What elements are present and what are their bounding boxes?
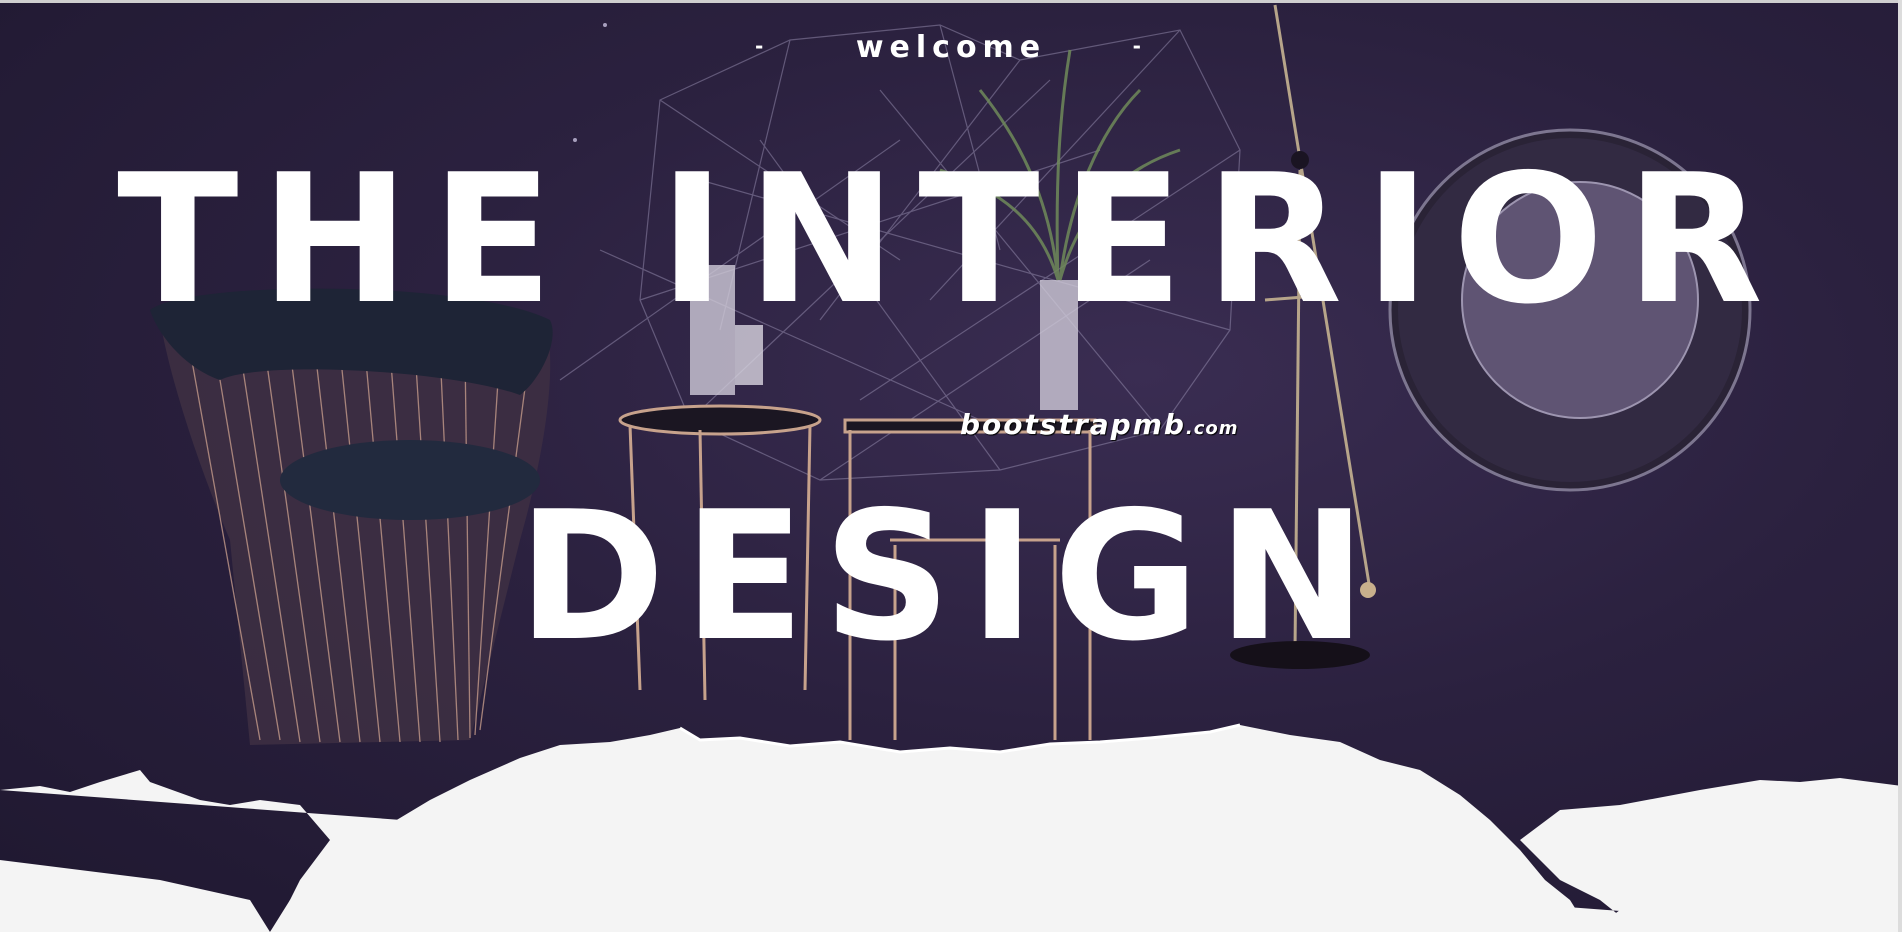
hero-title-line-2: DESIGN	[517, 473, 1385, 680]
scrollbar-track[interactable]	[1898, 0, 1902, 932]
welcome-dash-left: -	[755, 34, 770, 58]
top-border	[0, 0, 1902, 3]
welcome-dash-right: -	[1132, 34, 1147, 58]
watermark-main: bootstrapmb	[960, 408, 1186, 441]
welcome-text: welcome	[855, 30, 1047, 65]
watermark-logo: bootstrapmb.com	[960, 408, 1239, 441]
welcome-heading: - welcome -	[0, 30, 1902, 65]
hero-title-line-1: THE INTERIOR	[117, 136, 1785, 343]
hero-section: - welcome - THE INTERIOR DESIGN bootstra…	[0, 0, 1902, 932]
watermark-suffix: .com	[1185, 418, 1239, 439]
